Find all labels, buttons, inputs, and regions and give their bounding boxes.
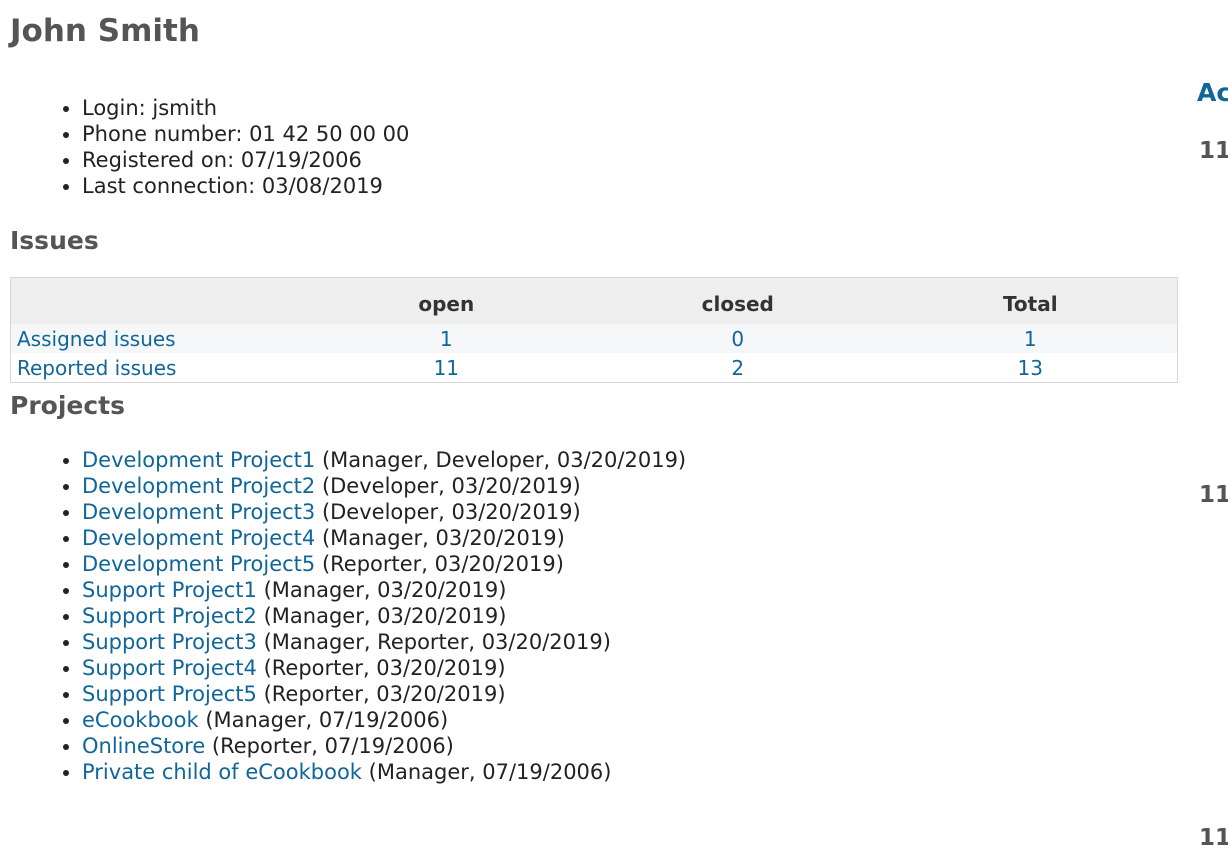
header-blank [10,277,301,324]
reported-closed-link[interactable]: 2 [731,356,744,380]
list-item: OnlineStore (Reporter, 07/19/2006) [82,733,686,759]
reported-open-link[interactable]: 11 [434,356,459,380]
project-roles: (Developer, 03/20/2019) [315,474,581,498]
project-link[interactable]: Support Project5 [82,682,257,706]
project-roles: (Reporter, 03/20/2019) [256,682,506,706]
project-link[interactable]: Support Project3 [82,630,257,654]
project-roles: (Developer, 03/20/2019) [315,500,581,524]
activity-date: 11 [1199,825,1228,850]
header-open: open [300,277,593,324]
table-row: Assigned issues 1 0 1 [10,324,1178,353]
project-roles: (Reporter, 07/19/2006) [205,734,454,758]
project-roles: (Manager, 07/19/2006) [361,760,612,784]
assigned-open-link[interactable]: 1 [440,327,453,351]
reported-issues-link[interactable]: Reported issues [17,356,176,380]
table-row: Reported issues 11 2 13 [10,353,1178,383]
info-login: Login: jsmith [82,95,409,121]
project-roles: (Manager, 03/20/2019) [256,578,507,602]
list-item: eCookbook (Manager, 07/19/2006) [82,707,686,733]
issues-header-row: open closed Total [10,277,1178,324]
projects-heading: Projects [10,391,126,420]
project-roles: (Reporter, 03/20/2019) [315,552,564,576]
list-item: Support Project4 (Reporter, 03/20/2019) [82,655,686,681]
header-closed: closed [592,277,884,324]
info-registered: Registered on: 07/19/2006 [82,147,409,173]
list-item: Development Project1 (Manager, Developer… [82,447,686,473]
list-item: Support Project2 (Manager, 03/20/2019) [82,603,686,629]
project-link[interactable]: Development Project1 [82,448,315,472]
project-roles: (Manager, 03/20/2019) [315,526,565,550]
activity-date: 11 [1199,138,1228,164]
activity-date: 11 [1199,482,1228,508]
project-roles: (Manager, 07/19/2006) [198,708,449,732]
user-info-list: Login: jsmith Phone number: 01 42 50 00 … [10,95,409,199]
activity-link[interactable]: Ac [1197,78,1228,107]
issues-heading: Issues [10,226,99,255]
list-item: Support Project1 (Manager, 03/20/2019) [82,577,686,603]
user-profile-page: John Smith Login: jsmith Phone number: 0… [0,0,1228,850]
project-link[interactable]: Private child of eCookbook [82,760,362,784]
info-phone: Phone number: 01 42 50 00 00 [82,121,409,147]
projects-list: Development Project1 (Manager, Developer… [10,447,686,785]
list-item: Development Project2 (Developer, 03/20/2… [82,473,686,499]
header-total: Total [883,277,1178,324]
activity-panel: Ac 11 11 11 [1196,0,1228,850]
project-roles: (Reporter, 03/20/2019) [256,656,506,680]
page-title: John Smith [10,13,200,49]
project-roles: (Manager, Developer, 03/20/2019) [315,448,687,472]
assigned-total-link[interactable]: 1 [1024,327,1037,351]
project-link[interactable]: Support Project1 [82,578,257,602]
list-item: Support Project3 (Manager, Reporter, 03/… [82,629,686,655]
list-item: Development Project5 (Reporter, 03/20/20… [82,551,686,577]
reported-total-link[interactable]: 13 [1018,356,1043,380]
list-item: Development Project3 (Developer, 03/20/2… [82,499,686,525]
project-link[interactable]: Support Project4 [82,656,257,680]
list-item: Private child of eCookbook (Manager, 07/… [82,759,686,785]
project-link[interactable]: eCookbook [82,708,199,732]
project-link[interactable]: Development Project2 [82,474,315,498]
project-link[interactable]: Support Project2 [82,604,257,628]
issues-table: open closed Total Assigned issues 1 0 1 … [10,277,1178,383]
project-roles: (Manager, 03/20/2019) [256,604,507,628]
project-roles: (Manager, Reporter, 03/20/2019) [256,630,611,654]
assigned-issues-link[interactable]: Assigned issues [17,327,176,351]
project-link[interactable]: Development Project3 [82,500,315,524]
list-item: Development Project4 (Manager, 03/20/201… [82,525,686,551]
project-link[interactable]: Development Project5 [82,552,315,576]
project-link[interactable]: Development Project4 [82,526,315,550]
assigned-closed-link[interactable]: 0 [731,327,744,351]
info-last-connection: Last connection: 03/08/2019 [82,173,409,199]
project-link[interactable]: OnlineStore [82,734,205,758]
list-item: Support Project5 (Reporter, 03/20/2019) [82,681,686,707]
